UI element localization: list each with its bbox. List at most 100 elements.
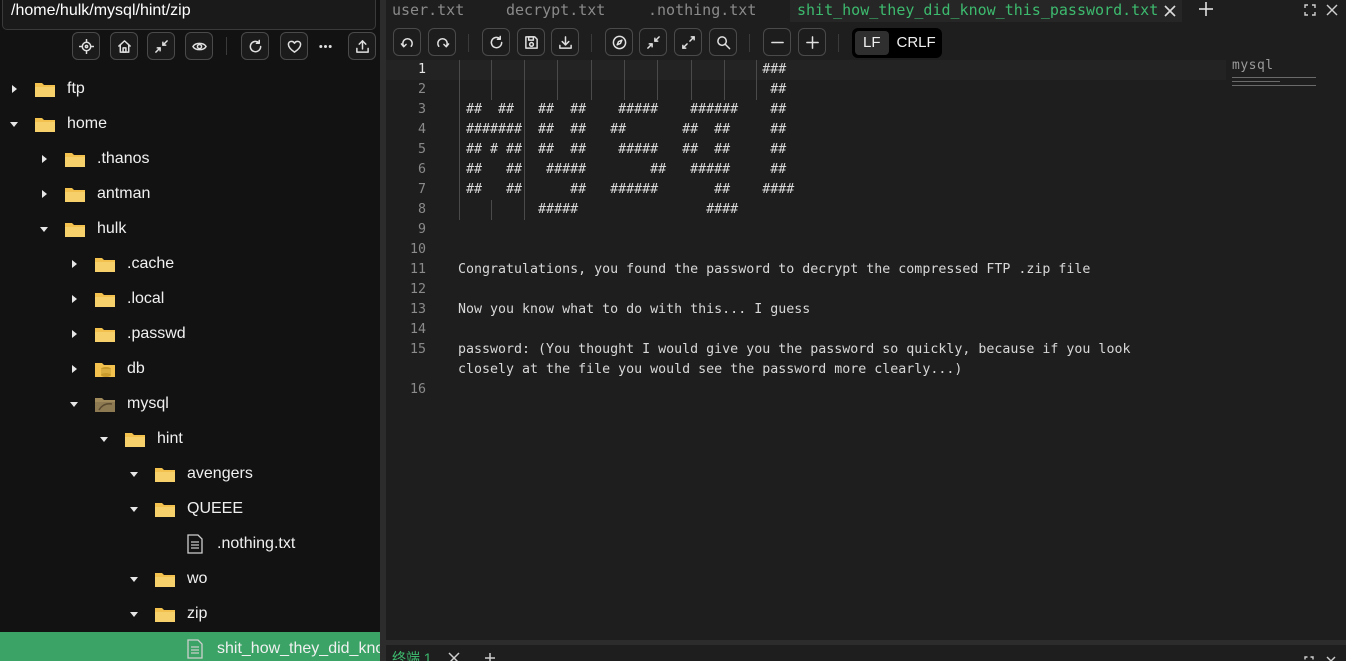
chevron-right-icon[interactable] <box>38 153 50 165</box>
indent-guide <box>491 60 492 100</box>
upload-button[interactable] <box>348 32 376 60</box>
close-pane-button[interactable] <box>1326 2 1338 16</box>
terminal-tab[interactable]: 终端 1 <box>392 648 432 661</box>
code-area[interactable]: 1 ### 2 ## 3 ## ## ## ## ##### ###### ## 4 … <box>386 60 1236 640</box>
folder-icon <box>94 324 116 344</box>
refresh-button[interactable] <box>241 32 269 60</box>
plus-icon[interactable] <box>484 651 496 661</box>
close-icon[interactable] <box>448 651 460 661</box>
tree-folder-item[interactable]: wo <box>0 562 380 597</box>
chevron-right-icon[interactable] <box>68 293 80 305</box>
line-text: ### <box>458 62 787 77</box>
code-line[interactable]: closely at the file you would see the pa… <box>386 360 1236 380</box>
chevron-down-icon[interactable] <box>8 118 20 130</box>
show-hidden-button[interactable] <box>185 32 213 60</box>
zoom-in-button[interactable] <box>798 28 826 56</box>
chevron-down-icon[interactable] <box>128 573 140 585</box>
tree-folder-item[interactable]: antman <box>0 177 380 212</box>
chevron-down-icon[interactable] <box>68 398 80 410</box>
code-line[interactable]: 1 ### <box>386 60 1236 80</box>
tab-user-txt[interactable]: user.txt <box>392 0 464 22</box>
chevron-down-icon[interactable] <box>128 608 140 620</box>
indent-guide <box>724 60 725 100</box>
code-line[interactable]: 14 <box>386 320 1236 340</box>
code-line[interactable]: 2 ## <box>386 80 1236 100</box>
close-icon[interactable] <box>1326 653 1336 661</box>
redo-button[interactable] <box>428 28 456 56</box>
tree-folder-item[interactable]: .thanos <box>0 142 380 177</box>
terminal-panel: 终端 1 <box>386 640 1346 661</box>
maximize-icon[interactable] <box>1304 653 1314 661</box>
collapse-editor-button[interactable] <box>639 28 667 56</box>
code-line[interactable]: 13 Now you know what to do with this... I… <box>386 300 1236 320</box>
code-line[interactable]: 15 password: (You thought I would give yo… <box>386 340 1236 360</box>
chevron-down-icon[interactable] <box>98 433 110 445</box>
line-text: closely at the file you would see the pa… <box>458 362 963 377</box>
download-button[interactable] <box>551 28 579 56</box>
maximize-button[interactable] <box>1304 2 1316 16</box>
chevron-down-icon[interactable] <box>38 223 50 235</box>
code-line[interactable]: 6 ## ## ##### ## ##### ## <box>386 160 1236 180</box>
chevron-right-icon[interactable] <box>68 328 80 340</box>
tree-folder-item[interactable]: QUEEE <box>0 492 380 527</box>
search-button[interactable] <box>709 28 737 56</box>
expand-button[interactable] <box>674 28 702 56</box>
tree-folder-item[interactable]: .passwd <box>0 317 380 352</box>
upload-icon <box>355 39 369 53</box>
tree-folder-item[interactable]: .local <box>0 282 380 317</box>
folder-icon <box>34 79 56 99</box>
code-line[interactable]: 11 Congratulations, you found the passwor… <box>386 260 1236 280</box>
code-line[interactable]: 8 ##### #### <box>386 200 1236 220</box>
goto-button[interactable] <box>605 28 633 56</box>
tree-folder-item[interactable]: home <box>0 107 380 142</box>
eol-crlf-option[interactable]: CRLF <box>889 31 944 55</box>
close-icon[interactable] <box>1163 3 1177 17</box>
code-line[interactable]: 9 <box>386 220 1236 240</box>
eol-lf-option[interactable]: LF <box>855 31 889 55</box>
tree-file-item[interactable]: .nothing.txt <box>0 527 380 562</box>
tree-item-label: .nothing.txt <box>217 535 296 552</box>
tab-active-password-txt[interactable]: shit_how_they_did_know_this_password.txt <box>790 0 1182 22</box>
code-line[interactable]: 10 <box>386 240 1236 260</box>
chevron-right-icon[interactable] <box>8 83 20 95</box>
minimap[interactable]: mysql <box>1232 58 1322 118</box>
mysql-folder-icon <box>94 394 116 414</box>
tree-folder-item[interactable]: .cache <box>0 247 380 282</box>
tree-folder-item[interactable]: db <box>0 352 380 387</box>
save-button[interactable] <box>517 28 545 56</box>
tree-folder-item[interactable]: ftp <box>0 72 380 107</box>
path-input[interactable]: /home/hulk/mysql/hint/zip <box>2 0 376 30</box>
undo-button[interactable] <box>393 28 421 56</box>
reload-button[interactable] <box>482 28 510 56</box>
chevron-down-icon[interactable] <box>128 503 140 515</box>
collapse-button[interactable] <box>147 32 175 60</box>
code-line[interactable]: 16 <box>386 380 1236 400</box>
chevron-right-icon[interactable] <box>38 188 50 200</box>
chevron-right-icon[interactable] <box>68 363 80 375</box>
line-number: 6 <box>417 162 426 177</box>
tree-item-label: .local <box>127 290 165 307</box>
tree-file-item[interactable]: shit_how_they_did_know_this_password.txt <box>0 632 380 661</box>
chevron-down-icon[interactable] <box>128 468 140 480</box>
code-line[interactable]: 12 <box>386 280 1236 300</box>
file-icon <box>184 639 206 659</box>
tree-folder-item[interactable]: hint <box>0 422 380 457</box>
tree-folder-item[interactable]: avengers <box>0 457 380 492</box>
code-line[interactable]: 7 ## ## ## ###### ## #### <box>386 180 1236 200</box>
tree-folder-item[interactable]: zip <box>0 597 380 632</box>
more-button[interactable] <box>311 32 339 60</box>
zoom-out-button[interactable] <box>763 28 791 56</box>
home-button[interactable] <box>110 32 138 60</box>
tree-folder-item[interactable]: mysql <box>0 387 380 422</box>
code-line[interactable]: 4 ####### ## ## ## ## ## ## <box>386 120 1236 140</box>
tab-nothing-txt[interactable]: .nothing.txt <box>648 0 756 22</box>
favorite-button[interactable] <box>280 32 308 60</box>
collapse-icon <box>154 39 168 53</box>
tab-decrypt-txt[interactable]: decrypt.txt <box>506 0 605 22</box>
locate-button[interactable] <box>72 32 100 60</box>
chevron-right-icon[interactable] <box>68 258 80 270</box>
tree-folder-item[interactable]: hulk <box>0 212 380 247</box>
new-tab-button[interactable] <box>1198 1 1216 19</box>
code-line[interactable]: 3 ## ## ## ## ##### ###### ## <box>386 100 1236 120</box>
code-line[interactable]: 5 ## # ## ## ## ##### ## ## ## <box>386 140 1236 160</box>
